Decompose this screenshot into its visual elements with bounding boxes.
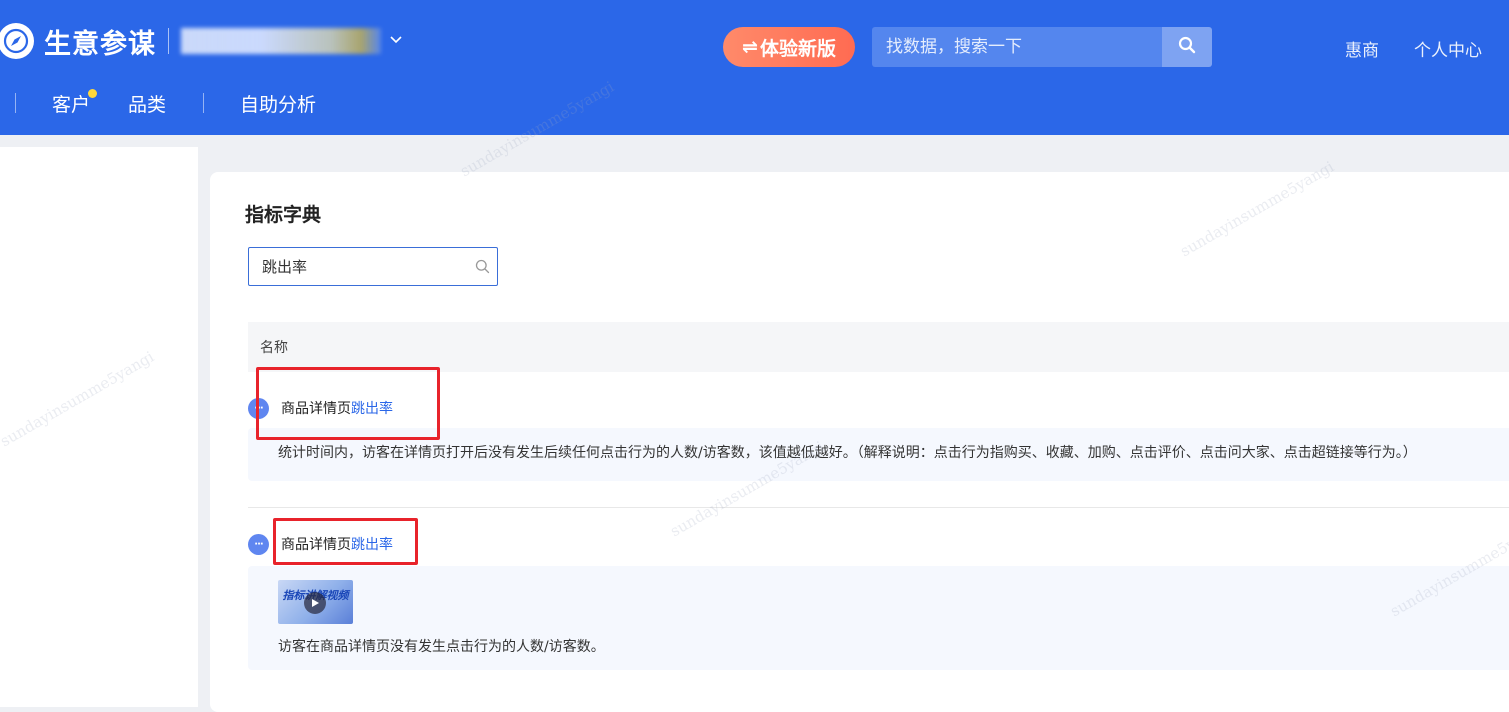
nav-item-category[interactable]: 品类 bbox=[128, 90, 166, 117]
shop-name-blurred[interactable] bbox=[181, 28, 381, 54]
nav-divider bbox=[15, 93, 16, 113]
global-search bbox=[872, 27, 1212, 67]
left-sidebar bbox=[0, 147, 198, 707]
compass-icon bbox=[0, 23, 34, 59]
nav-item-self-analysis[interactable]: 自助分析 bbox=[240, 90, 316, 117]
metric-name[interactable]: 商品详情页跳出率 bbox=[281, 534, 393, 554]
brand-name: 生意参谋 bbox=[44, 28, 156, 60]
dictionary-search bbox=[248, 247, 498, 286]
result-title-row: ··· 商品详情页跳出率 bbox=[248, 396, 393, 420]
nav-item-label: 客户 bbox=[52, 93, 91, 116]
result-item: ··· 商品详情页跳出率 指标讲解视频 访客在商品详情页没有发生点击行为的人数/… bbox=[248, 532, 1509, 672]
result-item: ··· 商品详情页跳出率 统计时间内，访客在详情页打开后没有发生后续任何点击行为… bbox=[248, 396, 1509, 486]
main-nav: 客户 品类 自助分析 bbox=[0, 88, 316, 118]
result-divider bbox=[248, 507, 1509, 508]
link-personal-center[interactable]: 个人中心 bbox=[1414, 36, 1482, 61]
table-header: 名称 bbox=[248, 322, 1509, 372]
column-header-name: 名称 bbox=[260, 340, 288, 356]
link-huishang[interactable]: 惠商 bbox=[1345, 36, 1379, 61]
metric-description: 访客在商品详情页没有发生点击行为的人数/访客数。 bbox=[278, 639, 605, 655]
metric-name-highlight: 跳出率 bbox=[351, 537, 393, 553]
search-icon bbox=[1178, 36, 1196, 58]
search-icon[interactable] bbox=[467, 259, 497, 274]
global-search-input[interactable] bbox=[872, 27, 1162, 67]
metric-dictionary-card: 指标字典 名称 ··· 商品详情页跳出率 统计时间内，访客在详情页打开后没有发生… bbox=[210, 172, 1509, 712]
metric-name-prefix: 商品详情页 bbox=[281, 401, 351, 417]
metric-description: 统计时间内，访客在详情页打开后没有发生后续任何点击行为的人数/访客数，该值越低越… bbox=[278, 445, 1417, 461]
metric-name[interactable]: 商品详情页跳出率 bbox=[281, 398, 393, 418]
metric-name-prefix: 商品详情页 bbox=[281, 537, 351, 553]
result-description-box: 统计时间内，访客在详情页打开后没有发生后续任何点击行为的人数/访客数，该值越低越… bbox=[248, 428, 1509, 481]
metric-name-highlight: 跳出率 bbox=[351, 401, 393, 417]
nav-item-customer[interactable]: 客户 bbox=[52, 88, 98, 117]
chevron-down-icon[interactable] bbox=[389, 33, 403, 49]
chat-bubble-icon: ··· bbox=[248, 397, 269, 419]
page-title: 指标字典 bbox=[245, 204, 322, 226]
chat-bubble-icon: ··· bbox=[248, 533, 269, 555]
new-version-label: 体验新版 bbox=[759, 37, 836, 60]
result-title-row: ··· 商品详情页跳出率 bbox=[248, 532, 393, 556]
brand-logo[interactable]: 生意参谋 bbox=[0, 20, 403, 62]
dictionary-search-input[interactable] bbox=[249, 248, 467, 285]
notification-dot bbox=[88, 88, 98, 98]
result-description-box: 指标讲解视频 访客在商品详情页没有发生点击行为的人数/访客数。 bbox=[248, 566, 1509, 670]
search-button[interactable] bbox=[1162, 27, 1212, 67]
top-header: 生意参谋 ⇌ 体验新版 惠商 个人中心 客户 品类 自助分析 bbox=[0, 0, 1509, 135]
switch-arrows-icon: ⇌ bbox=[742, 36, 758, 58]
try-new-version-button[interactable]: ⇌ 体验新版 bbox=[723, 27, 855, 67]
nav-divider bbox=[203, 93, 205, 113]
brand-divider bbox=[168, 28, 169, 54]
play-icon[interactable] bbox=[304, 592, 326, 614]
explanation-video-thumbnail[interactable]: 指标讲解视频 bbox=[278, 580, 353, 624]
